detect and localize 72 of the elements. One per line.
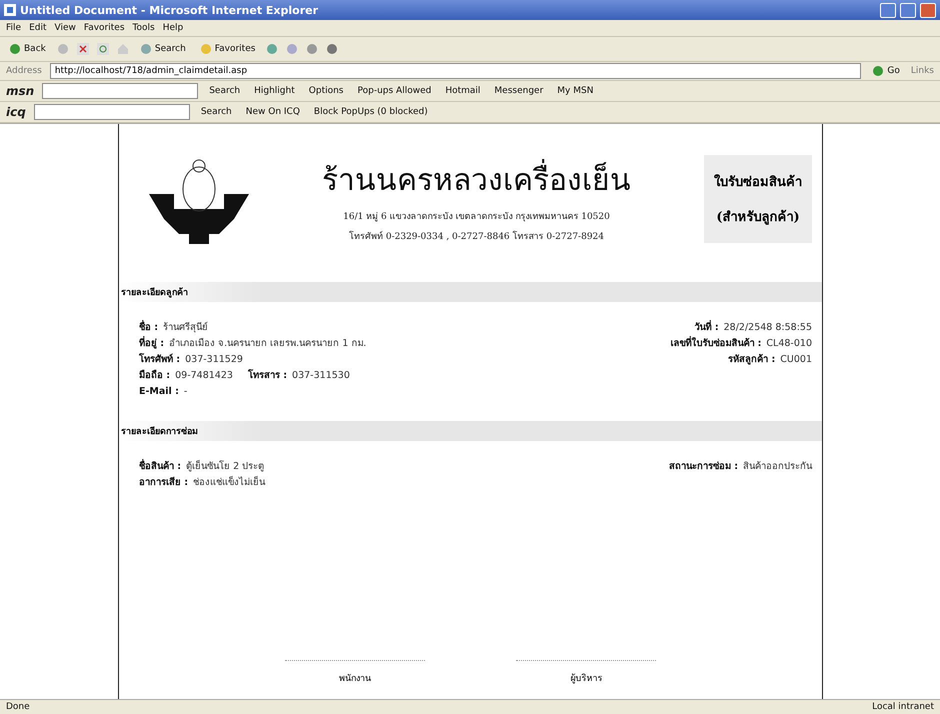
- toolbar-button[interactable]: Messenger: [491, 85, 546, 97]
- refresh-icon[interactable]: [96, 43, 109, 55]
- close-button[interactable]: [920, 2, 936, 18]
- toolbar-button[interactable]: Block PopUps (0 blocked): [310, 106, 431, 118]
- menu-item[interactable]: Favorites: [84, 23, 125, 33]
- address-label: Address: [6, 66, 42, 76]
- field-label: E-Mail :: [139, 385, 179, 399]
- back-icon: [9, 43, 21, 55]
- field-value: สินค้าออกประกัน: [743, 460, 812, 474]
- toolbar-button[interactable]: Hotmail: [442, 85, 484, 97]
- section-header: รายละเอียดลูกค้า: [119, 282, 822, 302]
- back-button[interactable]: Back: [6, 42, 49, 56]
- shop-phones: โทรศัพท์ 0-2329-0334 , 0-2727-8846 โทรสาร 0-2727-8924: [348, 230, 604, 242]
- zone-text: Local intranet: [872, 702, 934, 712]
- field-label: อาการเสีย :: [139, 476, 188, 490]
- form-title: (สำหรับลูกค้า): [716, 208, 800, 227]
- msn-search-field[interactable]: [42, 83, 198, 99]
- toolbar-button[interactable]: My MSN: [554, 85, 596, 97]
- field-label: ชื่อสินค้า :: [139, 459, 182, 474]
- menu-item[interactable]: Help: [162, 23, 184, 33]
- menu-item[interactable]: File: [6, 23, 22, 33]
- field-value: CL48-010: [766, 337, 812, 351]
- window-title: Untitled Document - Microsoft Internet Explorer: [20, 4, 320, 16]
- field-label: ที่อยู่ :: [139, 336, 164, 351]
- field-label: โทรศัพท์ :: [139, 352, 180, 367]
- field-value: อำเภอเมือง จ.นครนายก เลยรพ.นครนายก 1 กม.: [169, 337, 366, 351]
- icq-search-field[interactable]: [34, 104, 190, 120]
- links-label[interactable]: Links: [910, 66, 934, 76]
- field-label: สถานะการซ่อม :: [668, 460, 738, 474]
- signature-label: ผู้บริหาร: [570, 672, 602, 685]
- field-value: 037-311530: [292, 369, 350, 383]
- msn-logo[interactable]: msn: [6, 84, 34, 98]
- form-title: ใบรับซ่อมสินค้า: [714, 173, 802, 192]
- toolbar-button[interactable]: Options: [306, 85, 346, 97]
- field-value: 28/2/2548 8:58:55: [724, 321, 812, 335]
- field-value: 037-311529: [185, 353, 243, 367]
- signature-label: พนักงาน: [338, 673, 371, 685]
- field-value: ตู้เย็นซันโย 2 ประตู: [186, 459, 264, 474]
- field-label: ชื่อ :: [139, 320, 158, 335]
- field-value: CU001: [780, 353, 812, 367]
- shop-name: ร้านนครหลวงเครื่องเย็น: [322, 156, 631, 202]
- forward-icon: [56, 43, 69, 55]
- shop-address: 16/1 หมู่ 6 แขวงลาดกระบัง เขตลาดกระบัง กรุงเทพมหานคร 10520: [343, 210, 610, 222]
- minimize-button[interactable]: [880, 2, 896, 18]
- address-field[interactable]: http://localhost/718/admin_claimdetail.asp: [50, 63, 862, 79]
- restore-button[interactable]: [900, 2, 916, 18]
- status-text: Done: [6, 702, 30, 712]
- menu-item[interactable]: Edit: [29, 23, 46, 33]
- browser-icon: [4, 4, 16, 16]
- section-header: รายละเอียดการซ่อม: [119, 421, 822, 441]
- favorites-button[interactable]: Favorites: [196, 42, 258, 56]
- toolbar-button[interactable]: Highlight: [251, 85, 298, 97]
- field-label: โทรสาร :: [248, 368, 288, 383]
- menu-item[interactable]: Tools: [132, 23, 155, 33]
- menu-item[interactable]: View: [54, 23, 76, 33]
- field-value: ร้านศรีสุนีย์: [163, 320, 208, 335]
- icq-logo[interactable]: icq: [6, 105, 26, 119]
- toolbar-button[interactable]: Search: [198, 106, 235, 118]
- field-label: เลขที่ใบรับซ่อมสินค้า :: [670, 336, 762, 351]
- field-label: มือถือ :: [139, 368, 170, 383]
- field-value: 09-7481423: [175, 369, 233, 383]
- go-button[interactable]: Go: [869, 64, 903, 78]
- toolbar-button[interactable]: New On ICQ: [242, 106, 303, 118]
- search-button[interactable]: Search: [136, 42, 189, 56]
- toolbar-button[interactable]: Pop-ups Allowed: [354, 85, 434, 97]
- field-value: -: [184, 385, 188, 399]
- go-icon: [872, 65, 884, 77]
- toolbar-button[interactable]: Search: [206, 85, 244, 97]
- stop-icon[interactable]: [76, 43, 89, 55]
- field-value: ช่องแช่แข็งไม่เย็น: [193, 475, 266, 490]
- field-label: วันที่ :: [694, 320, 719, 335]
- field-label: รหัสลูกค้า :: [728, 353, 776, 367]
